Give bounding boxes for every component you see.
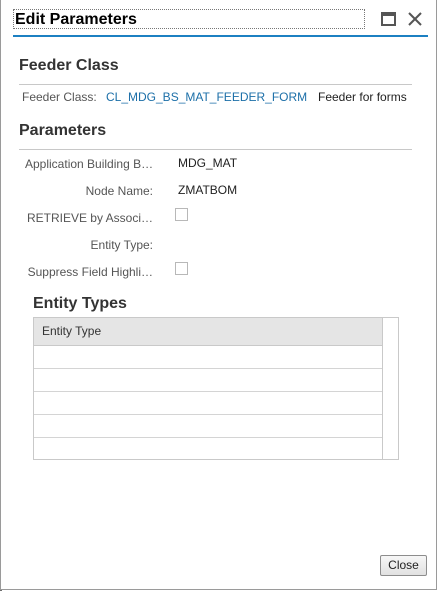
feeder-class-link[interactable]: CL_MDG_BS_MAT_FEEDER_FORM — [106, 90, 307, 104]
table-row[interactable] — [34, 415, 382, 438]
entity-types-heading: Entity Types — [33, 295, 127, 312]
title-divider — [13, 35, 428, 37]
node-name-label: Node Name: — [85, 184, 153, 198]
feeder-class-label: Feeder Class: — [22, 90, 97, 104]
node-name-value: ZMATBOM — [178, 183, 238, 197]
table-scrollbar[interactable] — [382, 318, 383, 459]
edit-parameters-dialog: Edit Parameters Feeder Class Feeder Clas… — [0, 0, 437, 590]
table-row[interactable] — [34, 369, 382, 392]
suppress-field-highlight-checkbox[interactable] — [175, 262, 188, 275]
retrieve-by-association-label: RETRIEVE by Associ… — [26, 211, 153, 225]
close-button[interactable]: Close — [380, 555, 427, 576]
feeder-class-description: Feeder for forms — [318, 90, 407, 104]
maximize-icon[interactable] — [381, 12, 396, 26]
app-building-block-label: Application Building B… — [25, 157, 154, 171]
entity-types-table: Entity Type — [33, 317, 399, 460]
entity-type-label: Entity Type: — [90, 238, 153, 252]
entity-type-column-header[interactable]: Entity Type — [34, 318, 382, 346]
app-building-block-value: MDG_MAT — [178, 156, 238, 170]
parameters-heading: Parameters — [19, 122, 107, 139]
dialog-title: Edit Parameters — [13, 9, 365, 29]
close-x-icon[interactable] — [406, 10, 424, 28]
feeder-divider — [19, 84, 412, 85]
table-row[interactable] — [34, 392, 382, 415]
retrieve-by-association-checkbox[interactable] — [175, 208, 188, 221]
feeder-class-heading: Feeder Class — [19, 57, 119, 74]
table-row[interactable] — [34, 346, 382, 369]
table-row[interactable] — [34, 438, 382, 461]
suppress-field-highlight-label: Suppress Field Highli… — [27, 265, 153, 279]
parameters-divider — [19, 149, 412, 150]
